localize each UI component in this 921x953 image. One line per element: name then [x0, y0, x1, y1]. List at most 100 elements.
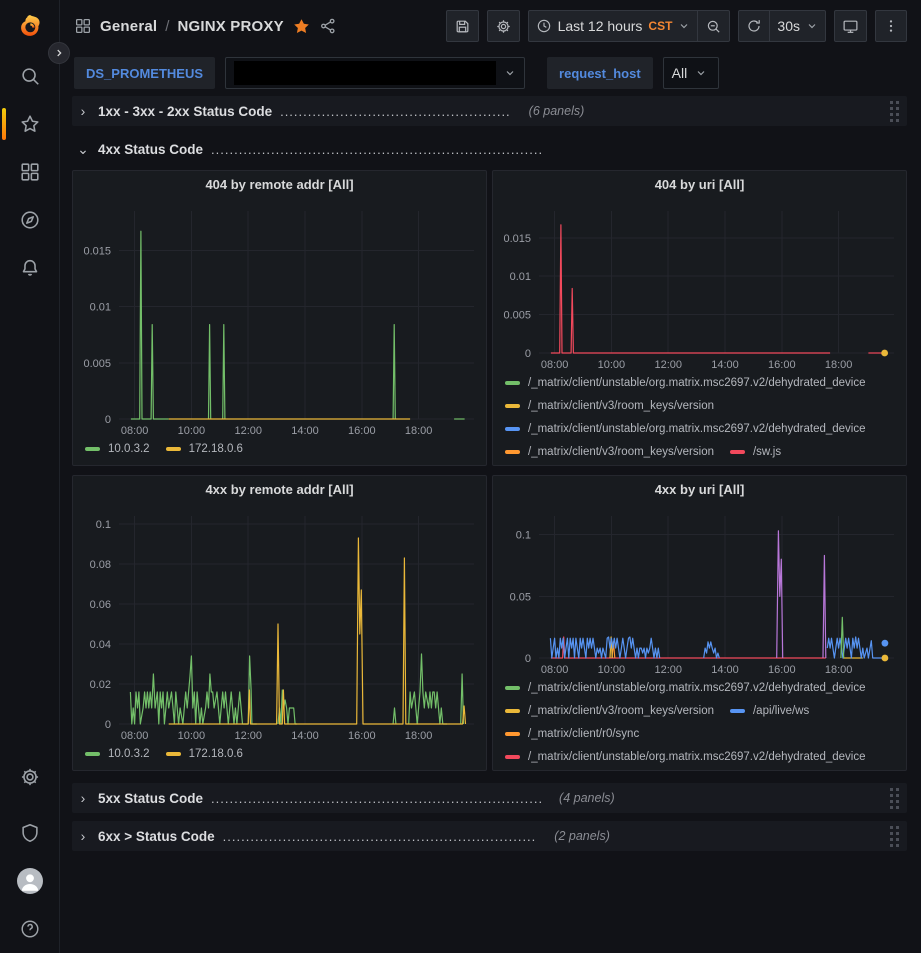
- legend: 10.0.3.2 172.18.0.6: [73, 439, 486, 465]
- legend: 10.0.3.2 172.18.0.6: [73, 744, 486, 770]
- row-dotted-leader: ........................................…: [223, 829, 537, 844]
- legend-series-label: 10.0.3.2: [108, 443, 150, 455]
- svg-text:12:00: 12:00: [234, 730, 262, 742]
- grafana-logo[interactable]: [0, 0, 59, 52]
- panel-title[interactable]: 4xx by remote addr [All]: [73, 476, 486, 504]
- zoom-out-time-button[interactable]: [698, 10, 730, 42]
- compass-icon: [19, 209, 41, 231]
- svg-text:0.005: 0.005: [83, 358, 111, 370]
- legend-series-swatch: [505, 450, 520, 454]
- legend-item[interactable]: /_matrix/client/v3/room_keys/version: [505, 703, 714, 719]
- svg-text:0: 0: [105, 414, 111, 426]
- legend: /_matrix/client/unstable/org.matrix.msc2…: [493, 678, 906, 770]
- legend-item[interactable]: /_matrix/client/unstable/org.matrix.msc2…: [505, 749, 866, 765]
- dashboard-row-4xx[interactable]: ⌄ 4xx Status Code ......................…: [72, 134, 907, 164]
- time-range-picker[interactable]: Last 12 hours CST: [528, 10, 699, 42]
- panels-grid: 404 by remote addr [All] 00.0050.010.015…: [72, 170, 907, 771]
- row-drag-handle[interactable]: [890, 101, 899, 122]
- svg-text:0.04: 0.04: [90, 639, 111, 651]
- sidebar-expand-button[interactable]: [48, 42, 70, 64]
- legend-item[interactable]: /_matrix/client/unstable/org.matrix.msc2…: [505, 375, 866, 391]
- breadcrumb-folder[interactable]: General: [100, 18, 157, 35]
- legend-series-label: /_matrix/client/unstable/org.matrix.msc2…: [528, 682, 866, 694]
- sidebar-item-explore[interactable]: [0, 196, 59, 244]
- avatar: [17, 868, 43, 894]
- sidebar-item-alerting[interactable]: [0, 244, 59, 292]
- legend-item[interactable]: /_matrix/client/unstable/org.matrix.msc2…: [505, 680, 866, 696]
- time-series-plot[interactable]: 00.0050.010.01508:0010:0012:0014:0016:00…: [73, 199, 486, 439]
- row-drag-handle[interactable]: [890, 788, 899, 809]
- legend-item[interactable]: /_matrix/client/v3/room_keys/version: [505, 444, 714, 460]
- svg-text:10:00: 10:00: [178, 730, 206, 742]
- svg-text:10:00: 10:00: [178, 425, 206, 437]
- dashboard-row-6xx[interactable]: › 6xx > Status Code ....................…: [72, 821, 907, 851]
- refresh-interval-dropdown[interactable]: 30s: [770, 10, 826, 42]
- legend-item[interactable]: /api/live/ws: [730, 703, 809, 719]
- sidebar-item-configuration[interactable]: [0, 753, 59, 801]
- svg-text:18:00: 18:00: [825, 664, 853, 676]
- variable-label-ds-prometheus[interactable]: DS_PROMETHEUS: [74, 57, 215, 89]
- dashboard-settings-button[interactable]: [487, 10, 520, 42]
- question-circle-icon: [19, 918, 41, 940]
- svg-text:18:00: 18:00: [825, 359, 853, 371]
- svg-text:0.08: 0.08: [90, 559, 111, 571]
- legend-series-label: /_matrix/client/unstable/org.matrix.msc2…: [528, 423, 866, 435]
- gear-icon: [495, 18, 512, 35]
- svg-text:0.1: 0.1: [516, 530, 531, 542]
- legend-item[interactable]: /_matrix/client/r0/sync: [505, 726, 639, 742]
- legend-series-label: /sw.js: [753, 446, 781, 458]
- time-series-plot[interactable]: 00.020.040.060.080.108:0010:0012:0014:00…: [73, 504, 486, 744]
- sidebar-item-server-admin[interactable]: [0, 809, 59, 857]
- variable-label-request-host[interactable]: request_host: [547, 57, 653, 89]
- dashboard-content: › 1xx - 3xx - 2xx Status Code ..........…: [60, 94, 921, 953]
- legend-series-swatch: [505, 404, 520, 408]
- row-panel-count: (2 panels): [554, 829, 610, 843]
- legend-item[interactable]: 172.18.0.6: [166, 441, 243, 457]
- panel-title[interactable]: 4xx by uri [All]: [493, 476, 906, 504]
- row-drag-handle[interactable]: [890, 826, 899, 847]
- dashboard-row-5xx[interactable]: › 5xx Status Code ......................…: [72, 783, 907, 813]
- dashboard-row-1xx[interactable]: › 1xx - 3xx - 2xx Status Code ..........…: [72, 96, 907, 126]
- star-filled-icon[interactable]: [292, 17, 311, 36]
- panel-404-by-remote-addr: 404 by remote addr [All] 00.0050.010.015…: [72, 170, 487, 466]
- legend-series-swatch: [85, 447, 100, 451]
- chevron-down-icon: [678, 20, 690, 32]
- share-icon[interactable]: [319, 17, 337, 35]
- sidebar-item-profile[interactable]: [0, 857, 59, 905]
- variable-value-ds-prometheus[interactable]: [225, 57, 525, 89]
- grafana-logo-icon: [17, 13, 43, 39]
- panel-404-by-uri: 404 by uri [All] 00.0050.010.01508:0010:…: [492, 170, 907, 466]
- refresh-button[interactable]: [738, 10, 770, 42]
- kebab-menu-button[interactable]: [875, 10, 907, 42]
- chevron-down-icon: [695, 67, 707, 79]
- svg-text:0.01: 0.01: [510, 271, 531, 283]
- save-dashboard-button[interactable]: [446, 10, 479, 42]
- legend-series-swatch: [166, 447, 181, 451]
- legend-item[interactable]: 10.0.3.2: [85, 441, 150, 457]
- chevron-right-icon: [54, 48, 64, 58]
- sidebar-item-help[interactable]: [0, 905, 59, 953]
- legend-series-swatch: [505, 686, 520, 690]
- row-dotted-leader: ........................................…: [211, 142, 541, 157]
- legend-series-swatch: [505, 732, 520, 736]
- svg-text:0.1: 0.1: [96, 519, 111, 531]
- variable-value-request-host[interactable]: All: [663, 57, 719, 89]
- legend-item[interactable]: /_matrix/client/v3/room_keys/version: [505, 398, 714, 414]
- svg-text:10:00: 10:00: [598, 359, 626, 371]
- legend-item[interactable]: 10.0.3.2: [85, 746, 150, 762]
- panel-title[interactable]: 404 by uri [All]: [493, 171, 906, 199]
- refresh-icon: [746, 18, 762, 34]
- legend-series-swatch: [166, 752, 181, 756]
- legend-item[interactable]: /sw.js: [730, 444, 781, 460]
- sidebar-item-dashboards[interactable]: [0, 148, 59, 196]
- svg-text:16:00: 16:00: [768, 664, 796, 676]
- cycle-view-mode-button[interactable]: [834, 10, 867, 42]
- time-series-plot[interactable]: 00.0050.010.01508:0010:0012:0014:0016:00…: [493, 199, 906, 373]
- legend-item[interactable]: /_matrix/client/unstable/org.matrix.msc2…: [505, 421, 866, 437]
- legend-item[interactable]: 172.18.0.6: [166, 746, 243, 762]
- time-series-plot[interactable]: 00.050.108:0010:0012:0014:0016:0018:00: [493, 504, 906, 678]
- sidebar-item-starred[interactable]: [0, 100, 59, 148]
- row-title: 5xx Status Code: [98, 791, 203, 806]
- svg-text:16:00: 16:00: [768, 359, 796, 371]
- panel-title[interactable]: 404 by remote addr [All]: [73, 171, 486, 199]
